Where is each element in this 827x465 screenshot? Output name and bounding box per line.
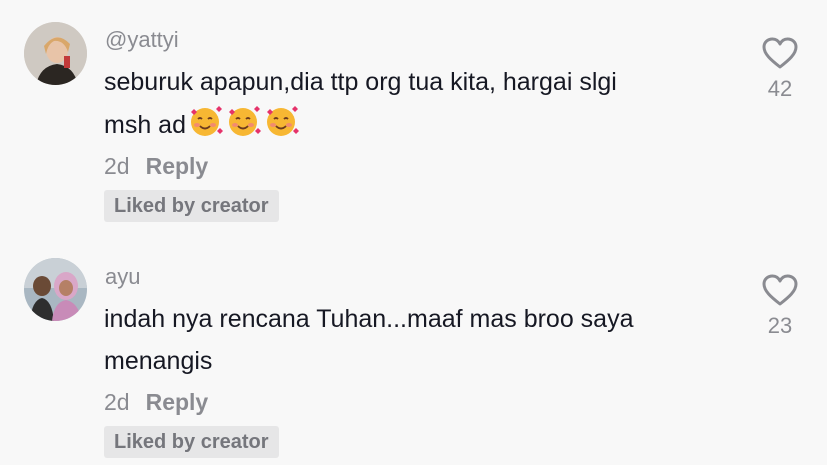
comment-username[interactable]: @yattyi [105, 27, 179, 53]
like-count: 42 [767, 76, 793, 101]
heart-outline-icon [762, 37, 798, 69]
like-button[interactable]: 42 [757, 36, 803, 102]
reply-button[interactable]: Reply [146, 153, 209, 179]
comment-text: seburuk apapun,dia ttp org tua kita, har… [104, 61, 744, 146]
comment-time: 2d [104, 153, 130, 179]
like-count: 23 [767, 313, 793, 338]
reply-button[interactable]: Reply [146, 389, 209, 415]
liked-by-creator-badge: Liked by creator [104, 426, 279, 458]
comment-text-line: indah nya rencana Tuhan...maaf mas broo … [104, 305, 634, 333]
comment-meta: 2d Reply [104, 152, 208, 180]
comment-text-line: seburuk apapun,dia ttp org tua kita, har… [104, 68, 617, 96]
heart-outline-icon [762, 274, 798, 306]
smiling-face-with-hearts-icon [266, 106, 299, 136]
comment-username[interactable]: ayu [105, 264, 140, 290]
smiling-face-with-hearts-icon [228, 106, 261, 136]
emoji-group [187, 103, 301, 139]
smiling-face-with-hearts-icon [190, 106, 223, 136]
comment-meta: 2d Reply [104, 388, 208, 416]
comment-time: 2d [104, 389, 130, 415]
comment-text-fragment: msh ad [104, 111, 186, 139]
comment-text-line: msh ad [104, 103, 744, 146]
comment-text-line: menangis [104, 347, 213, 375]
comment-text: indah nya rencana Tuhan...maaf mas broo … [104, 298, 744, 382]
avatar[interactable] [24, 258, 87, 321]
liked-by-creator-badge: Liked by creator [104, 190, 279, 222]
like-button[interactable]: 23 [757, 273, 803, 339]
avatar[interactable] [24, 22, 87, 85]
